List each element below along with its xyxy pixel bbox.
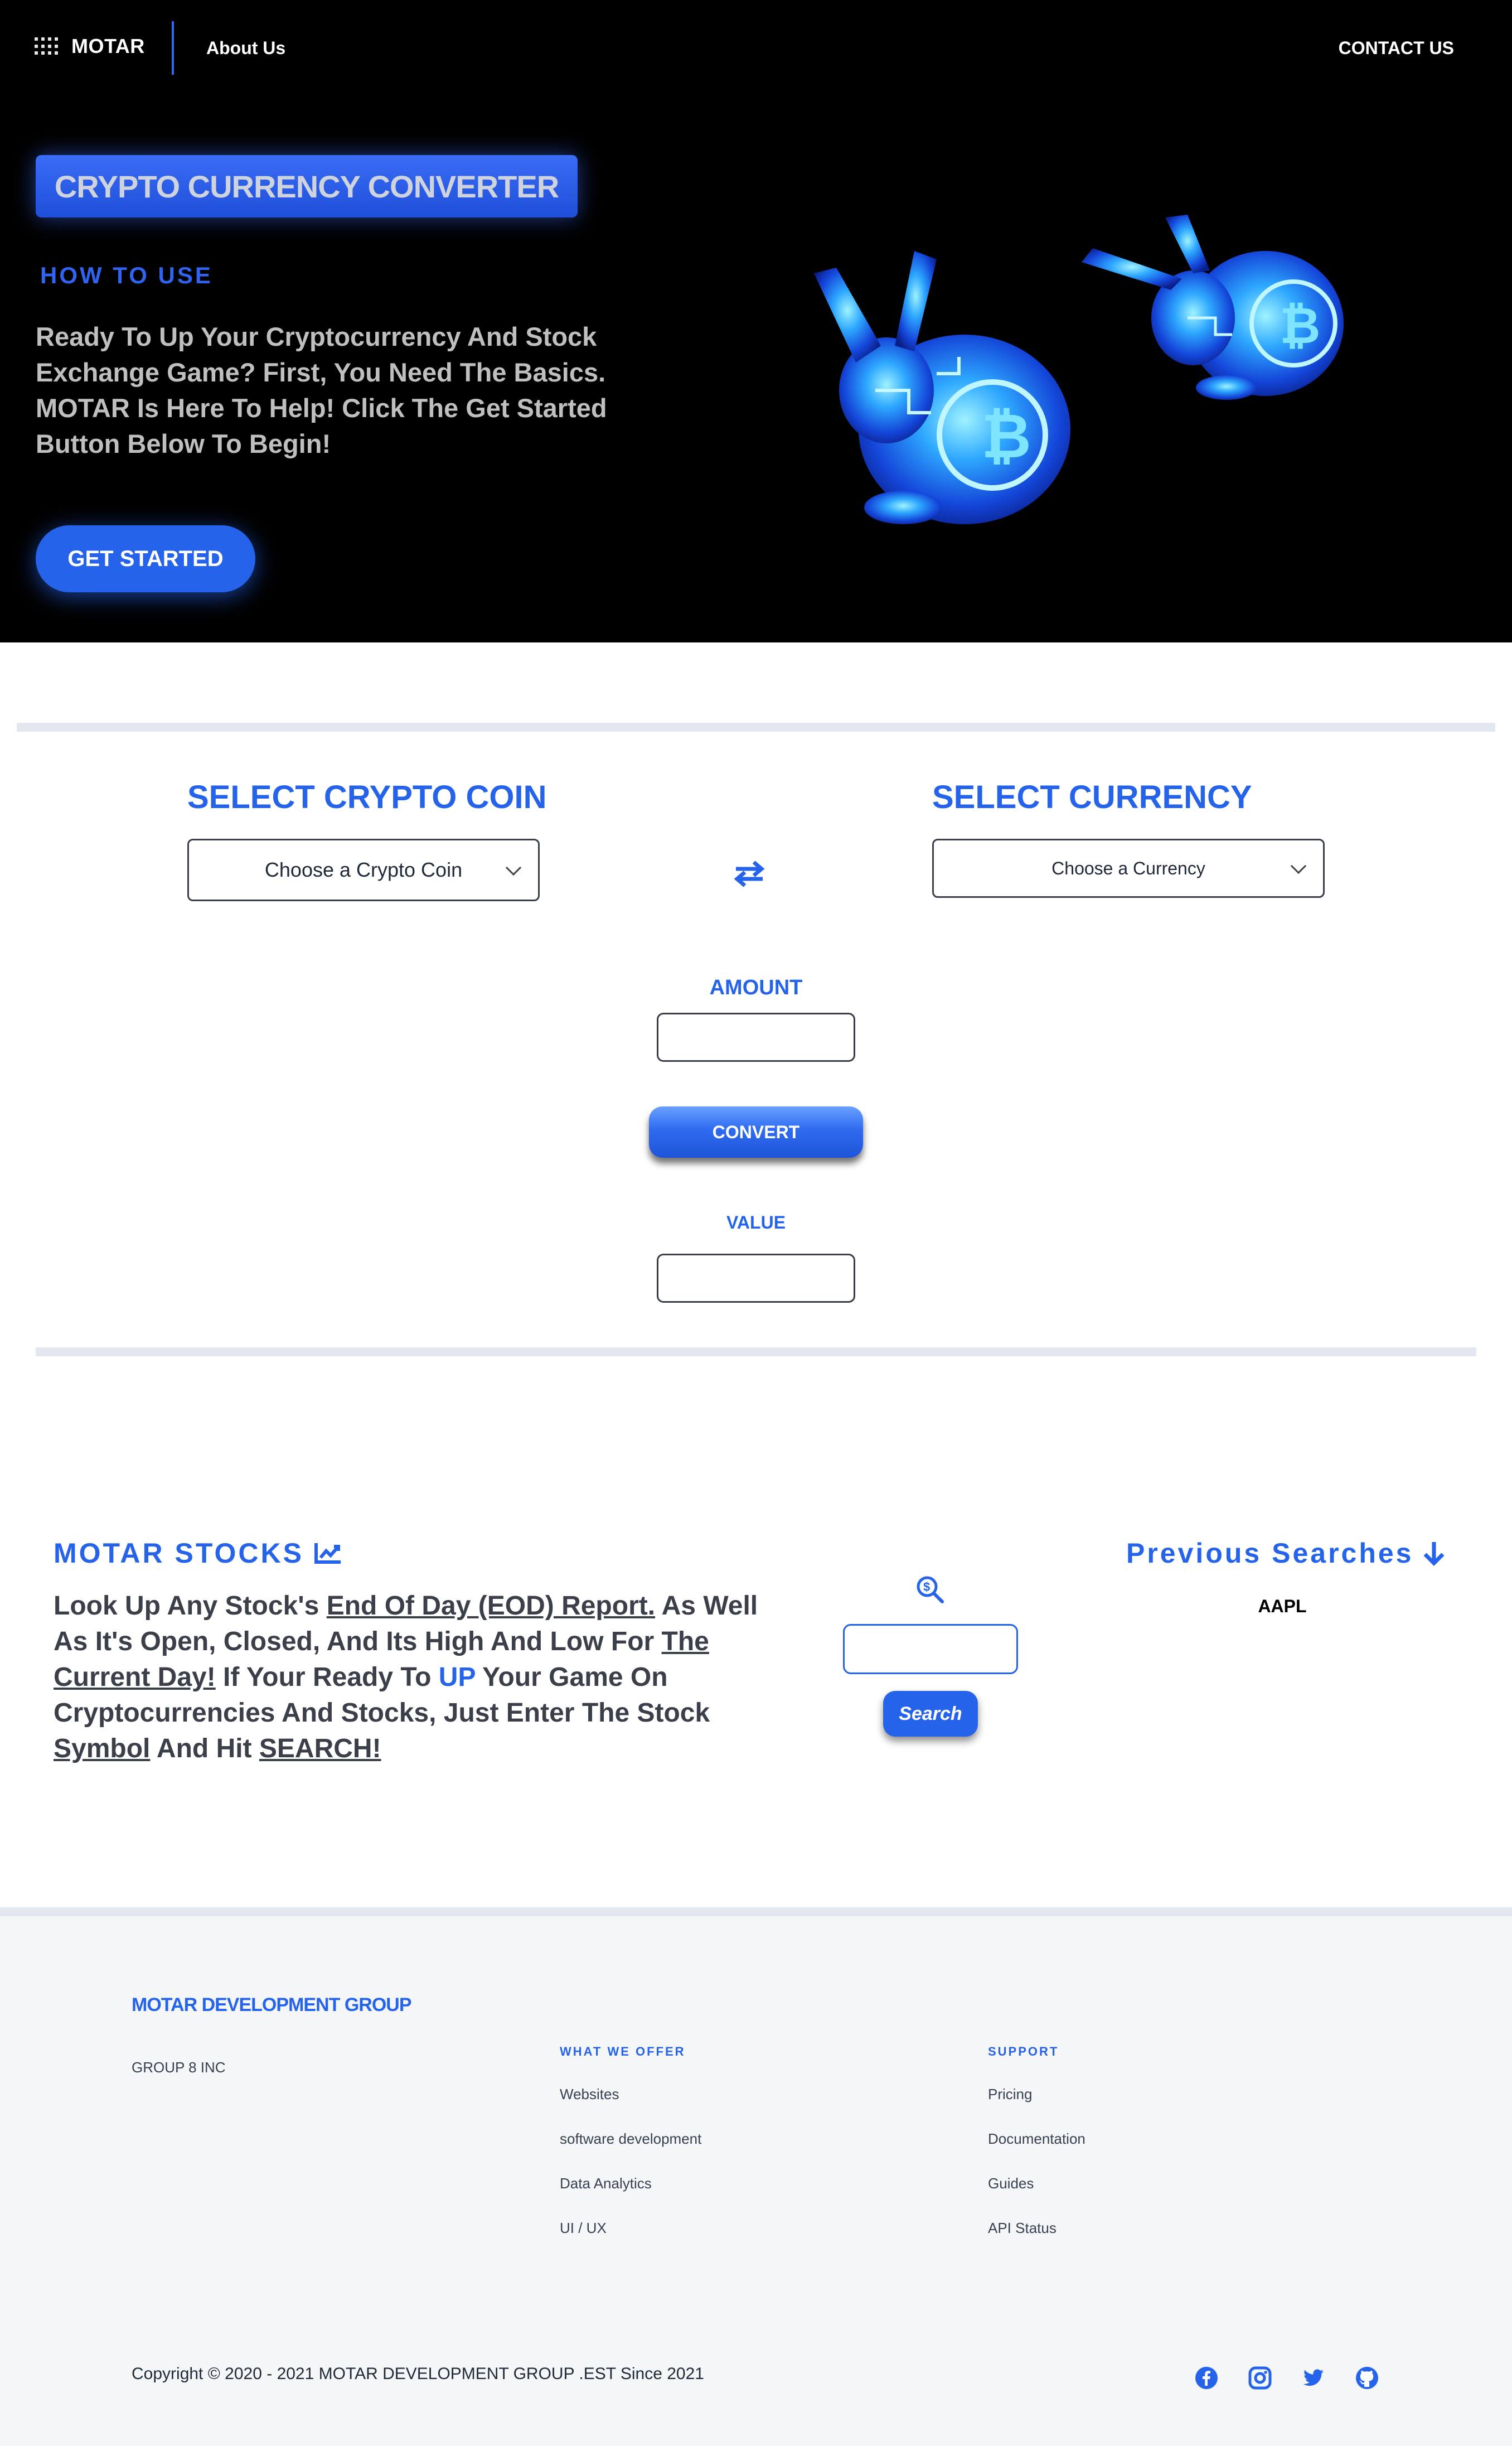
stock-symbol-input[interactable] [843,1624,1018,1674]
value-output[interactable] [657,1254,855,1303]
facebook-icon[interactable] [1194,2366,1219,2390]
crypto-coin-select[interactable]: Choose a Crypto Coin [187,839,540,901]
symbol-link[interactable]: Symbol [54,1734,150,1763]
footer-link-websites[interactable]: Websites [560,2086,619,2103]
stocks-heading-text: MOTAR STOCKS [54,1538,304,1569]
section-divider-top [17,723,1495,732]
svg-text:₿: ₿ [981,402,1031,471]
amount-input[interactable] [657,1013,855,1062]
previous-searches-text: Previous Searches [1126,1538,1414,1569]
bunny-left: ₿ [814,251,1070,524]
chevron-down-icon [1290,858,1307,874]
get-started-button[interactable]: GET STARTED [36,525,255,592]
section-divider-bottom [36,1347,1476,1356]
bunny-right: ₿ [1082,215,1344,400]
stocks-description: Look Up Any Stock's End Of Day (EOD) Rep… [54,1588,784,1767]
value-label: VALUE [726,1212,786,1232]
copyright-text: Copyright © 2020 - 2021 MOTAR DEVELOPMEN… [132,2365,704,2383]
hero-subtitle: HOW TO USE [40,262,213,288]
what-we-offer-heading: WHAT WE OFFER [560,2044,686,2058]
stocks-text: And Hit [150,1734,259,1763]
footer-divider [0,1907,1512,1916]
top-nav: MOTAR About Us CONTACT US [0,0,1512,98]
logo-text: MOTAR [71,35,145,57]
crypto-coin-select-value: Choose a Crypto Coin [264,858,463,881]
instagram-icon[interactable] [1248,2366,1272,2390]
stocks-text: Look Up Any Stock's [54,1591,327,1621]
eod-report-link[interactable]: End Of Day (EOD) Report. [327,1591,655,1621]
chevron-down-icon [505,859,522,876]
hero-description: Ready To Up Your Cryptocurrency And Stoc… [36,322,607,458]
support-heading: SUPPORT [988,2044,1059,2058]
amount-label: AMOUNT [709,976,803,999]
search-button[interactable]: Search [883,1691,978,1737]
logo[interactable]: MOTAR [35,35,145,58]
up-highlight: UP [438,1662,476,1692]
stocks-heading: MOTAR STOCKS [54,1537,342,1569]
previous-searches-heading: Previous Searches [1126,1537,1446,1569]
stocks-text: If Your Ready To [215,1662,439,1692]
hero-title: CRYPTO CURRENCY CONVERTER [54,168,559,204]
currency-select-value: Choose a Currency [1051,858,1205,878]
footer: MOTAR DEVELOPMENT GROUP GROUP 8 INC WHAT… [0,1907,1512,2446]
hero-section: MOTAR About Us CONTACT US CRYPTO CURRENC… [0,0,1512,642]
footer-link-software-development[interactable]: software development [560,2130,701,2148]
svg-text:$: $ [923,1580,930,1594]
footer-brand: MOTAR DEVELOPMENT GROUP [132,1994,411,2015]
crypto-coin-heading: SELECT CRYPTO COIN [187,779,547,815]
search-link[interactable]: SEARCH! [259,1734,381,1763]
nav-contact-link[interactable]: CONTACT US [1339,38,1454,59]
github-icon[interactable] [1355,2366,1379,2390]
grid-logo-icon [35,37,60,55]
footer-link-ui-ux[interactable]: UI / UX [560,2220,607,2237]
hero-title-badge: CRYPTO CURRENCY CONVERTER [36,155,578,217]
nav-divider [172,21,174,75]
currency-heading: SELECT CURRENCY [932,779,1252,815]
footer-subtitle: GROUP 8 INC [132,2059,226,2076]
page: MOTAR About Us CONTACT US CRYPTO CURRENC… [0,0,1512,2446]
previous-search-item[interactable]: AAPL [1227,1596,1338,1617]
svg-text:₿: ₿ [1280,298,1320,354]
footer-link-documentation[interactable]: Documentation [988,2130,1085,2148]
nav-about-link[interactable]: About Us [206,38,285,59]
footer-link-api-status[interactable]: API Status [988,2220,1057,2237]
arrow-down-icon [1423,1542,1444,1566]
footer-link-guides[interactable]: Guides [988,2175,1034,2192]
crypto-bunnies-illustration: ₿ ₿ [814,215,1344,524]
footer-link-pricing[interactable]: Pricing [988,2086,1032,2103]
convert-button[interactable]: CONVERT [649,1106,863,1158]
chart-line-icon [314,1543,341,1564]
currency-select[interactable]: Choose a Currency [932,839,1325,898]
search-dollar-icon: $ [917,1576,944,1603]
footer-link-data-analytics[interactable]: Data Analytics [560,2175,652,2192]
swap-arrows-icon[interactable] [734,860,765,888]
twitter-icon[interactable] [1301,2366,1326,2390]
